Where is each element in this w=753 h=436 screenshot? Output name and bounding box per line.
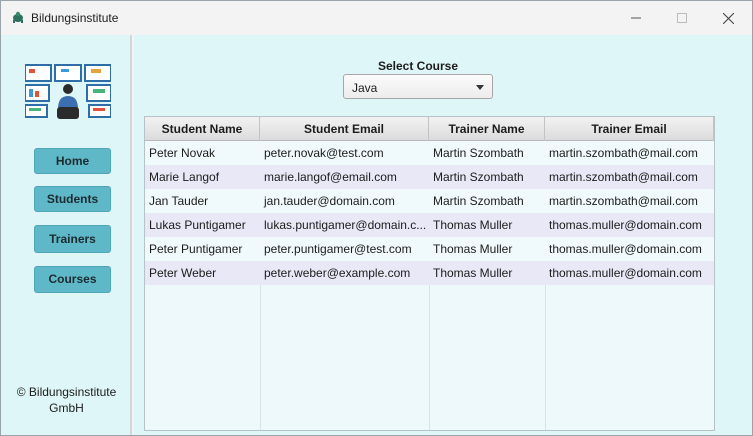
app-window: Bildungsinstitute Home Students Trainers… [0, 0, 753, 436]
maximize-button[interactable] [659, 1, 705, 35]
turtle-app-icon [13, 11, 23, 23]
home-button[interactable]: Home [34, 148, 111, 174]
home-button-label: Home [55, 154, 90, 168]
close-button[interactable] [705, 1, 751, 35]
sidebar: Home Students Trainers Courses © Bildung… [1, 35, 132, 435]
copyright-line-2: GmbH [49, 401, 84, 415]
table-row[interactable]: Peter Novak peter.novak@test.com Martin … [145, 141, 714, 165]
cell-trainer-email: martin.szombath@mail.com [549, 194, 698, 208]
cell-trainer-name: Martin Szombath [433, 146, 524, 160]
table-row[interactable]: Jan Tauder jan.tauder@domain.com Martin … [145, 189, 714, 213]
cell-trainer-name: Thomas Muller [433, 218, 513, 232]
course-select-value: Java [352, 81, 378, 95]
trainers-button[interactable]: Trainers [34, 225, 111, 253]
select-course-label: Select Course [377, 59, 459, 73]
course-select[interactable]: Java [343, 74, 493, 99]
close-icon [722, 12, 734, 24]
cell-trainer-name: Thomas Muller [433, 242, 513, 256]
courses-button-label: Courses [48, 272, 97, 286]
table-row[interactable]: Marie Langof marie.langof@email.com Mart… [145, 165, 714, 189]
table-row[interactable]: Peter Puntigamer peter.puntigamer@test.c… [145, 237, 714, 261]
cell-student-name: Marie Langof [149, 170, 220, 184]
cell-student-email: marie.langof@email.com [264, 170, 397, 184]
table-row[interactable]: Peter Weber peter.weber@example.com Thom… [145, 261, 714, 285]
column-header-trainer-name[interactable]: Trainer Name [429, 117, 545, 141]
table-header: Student Name Student Email Trainer Name … [145, 117, 714, 141]
students-button-label: Students [46, 192, 99, 206]
minimize-icon [631, 17, 641, 19]
minimize-button[interactable] [613, 1, 659, 35]
column-header-trainer-email[interactable]: Trainer Email [545, 117, 714, 141]
cell-student-email: peter.weber@example.com [264, 266, 411, 280]
main-panel: Select Course Java Student Name Student … [134, 35, 752, 435]
title-bar: Bildungsinstitute [1, 1, 752, 35]
cell-trainer-name: Thomas Muller [433, 266, 513, 280]
copyright-text: © Bildungsinstitute GmbH [1, 384, 132, 416]
cell-trainer-name: Martin Szombath [433, 170, 524, 184]
copyright-line-1: © Bildungsinstitute [16, 385, 117, 399]
cell-student-email: jan.tauder@domain.com [264, 194, 395, 208]
cell-student-name: Peter Weber [149, 266, 217, 280]
students-table: Student Name Student Email Trainer Name … [144, 116, 715, 431]
courses-button[interactable]: Courses [34, 266, 111, 293]
students-button[interactable]: Students [34, 186, 111, 212]
cell-student-name: Peter Puntigamer [149, 242, 243, 256]
table-row[interactable]: Lukas Puntigamer lukas.puntigamer@domain… [145, 213, 714, 237]
maximize-icon [677, 13, 687, 23]
chevron-down-icon [476, 85, 484, 90]
cell-trainer-email: thomas.muller@domain.com [549, 266, 702, 280]
cell-student-name: Lukas Puntigamer [149, 218, 246, 232]
cell-student-email: peter.puntigamer@test.com [264, 242, 412, 256]
cell-trainer-email: martin.szombath@mail.com [549, 170, 698, 184]
cell-trainer-email: thomas.muller@domain.com [549, 242, 702, 256]
column-header-student-email[interactable]: Student Email [260, 117, 429, 141]
cell-trainer-email: martin.szombath@mail.com [549, 146, 698, 160]
trainers-button-label: Trainers [49, 232, 96, 246]
cell-student-email: lukas.puntigamer@domain.c... [264, 218, 427, 232]
cell-student-name: Peter Novak [149, 146, 216, 160]
monitoring-workstation-illustration [25, 64, 111, 119]
window-title: Bildungsinstitute [31, 11, 119, 25]
cell-student-email: peter.novak@test.com [264, 146, 384, 160]
cell-trainer-email: thomas.muller@domain.com [549, 218, 702, 232]
cell-student-name: Jan Tauder [149, 194, 209, 208]
column-header-student-name[interactable]: Student Name [145, 117, 260, 141]
cell-trainer-name: Martin Szombath [433, 194, 524, 208]
